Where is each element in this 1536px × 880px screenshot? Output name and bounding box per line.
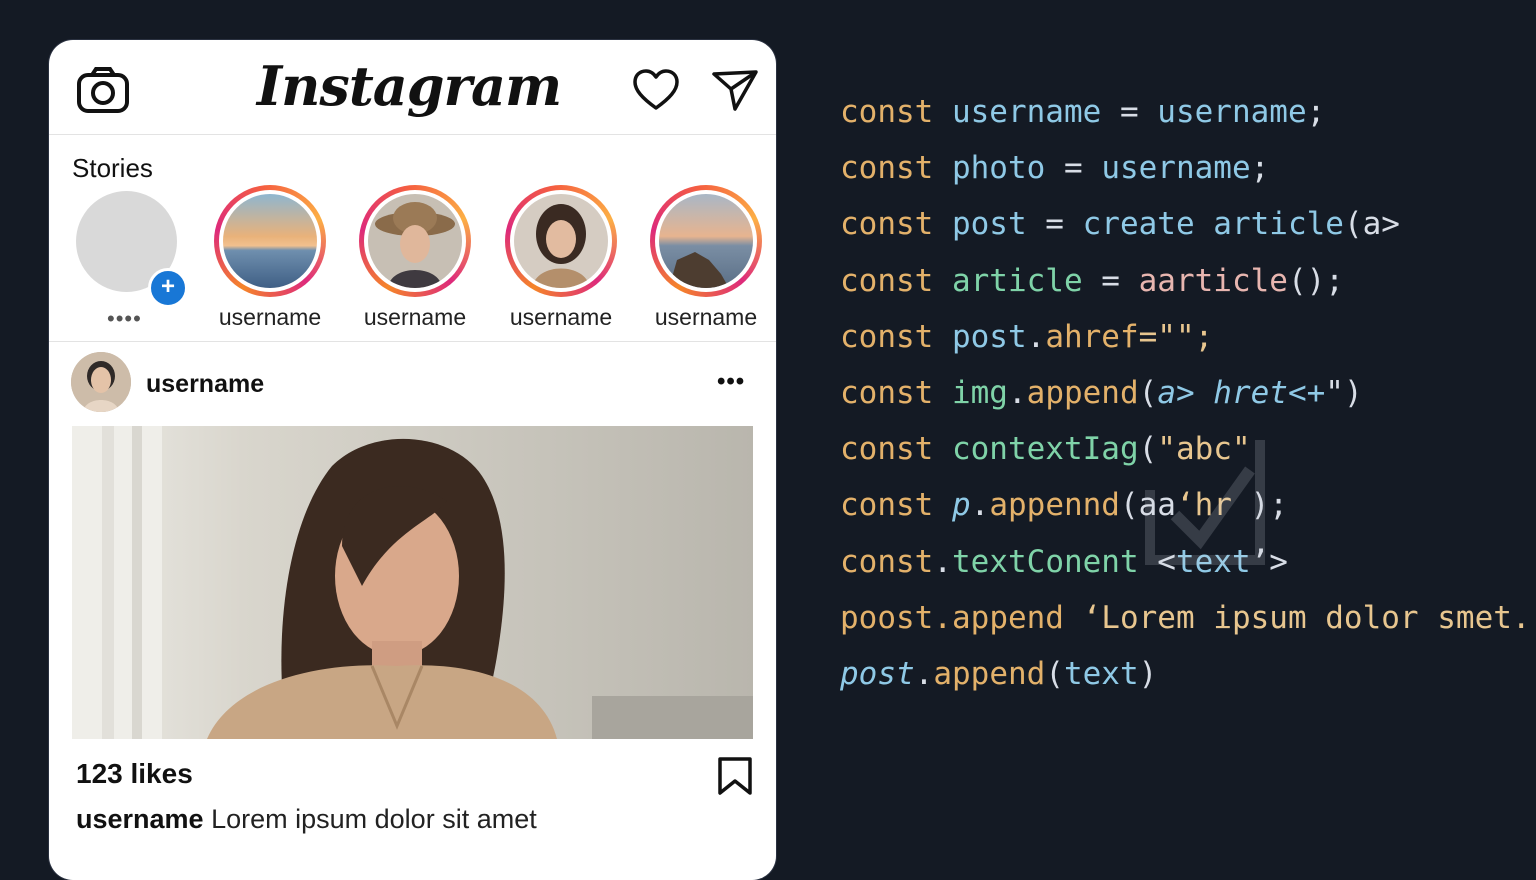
code-token: = <box>1045 150 1102 187</box>
heart-icon[interactable] <box>632 68 680 112</box>
code-line: const img.append(a> hret<+") <box>840 371 1520 427</box>
code-token: const <box>840 374 952 411</box>
code-token: const <box>840 262 952 299</box>
code-token: =""; <box>1138 318 1214 355</box>
code-token: ‘Lorem ipsum dolor smet.’ <box>1082 599 1536 636</box>
story-ring <box>650 185 762 297</box>
app-logo: Instagram <box>256 54 562 118</box>
code-token: username <box>1101 150 1251 187</box>
code-token: post <box>951 206 1027 243</box>
code-token: a> hret<+ <box>1157 374 1326 411</box>
post-caption: username Lorem ipsum dolor sit amet <box>76 804 537 835</box>
code-token: const <box>840 543 934 580</box>
code-token: post <box>951 318 1027 355</box>
code-token: . <box>1026 318 1046 355</box>
code-token: img <box>951 374 1008 411</box>
story-ring <box>359 185 471 297</box>
instagram-phone-mockup: Instagram Stories + •••• username userna… <box>49 40 776 880</box>
send-icon[interactable] <box>711 68 759 112</box>
code-token: const <box>840 94 952 130</box>
code-token: photo <box>951 150 1046 187</box>
code-token: const <box>840 487 952 524</box>
story-label: username <box>363 304 467 330</box>
code-token: ( <box>1138 374 1158 411</box>
caption-text: Lorem ipsum dolor sit amet <box>211 804 537 834</box>
code-token: ") <box>1325 374 1363 411</box>
caption-username[interactable]: username <box>76 804 204 834</box>
stories-title: Stories <box>72 153 153 183</box>
code-token: username <box>951 94 1102 130</box>
code-token: post <box>840 655 915 692</box>
story-photo-woman <box>514 194 608 288</box>
code-token: append <box>1026 374 1139 411</box>
add-story-button[interactable]: + <box>148 268 188 308</box>
code-token: article <box>951 262 1083 299</box>
post-avatar[interactable] <box>71 352 131 412</box>
post-header: username ••• <box>49 342 776 426</box>
camera-icon[interactable] <box>76 66 130 114</box>
story-item[interactable]: username <box>631 185 776 335</box>
code-token: ) <box>1138 655 1158 692</box>
code-token: = <box>1101 94 1158 130</box>
likes-count: 123 likes <box>76 758 193 789</box>
code-token: ahref <box>1045 318 1139 355</box>
code-line: post.append(text) <box>840 652 1520 708</box>
code-token: .append <box>933 599 1083 636</box>
code-token: const <box>840 431 952 468</box>
code-token: text <box>1063 655 1139 692</box>
code-token: appennd <box>989 487 1120 524</box>
code-line: const post.ahref=""; <box>840 315 1520 371</box>
code-token: p <box>951 487 971 524</box>
story-item[interactable]: username <box>340 185 490 335</box>
code-token: ; <box>1250 150 1270 187</box>
code-token: const <box>840 150 952 187</box>
code-token: ; <box>1306 94 1326 130</box>
code-token: ( <box>1045 655 1064 692</box>
code-token: . <box>933 543 952 580</box>
code-line: const article = aarticle(); <box>840 259 1520 315</box>
story-photo-sunset <box>223 194 317 288</box>
code-line: const username = username; <box>840 90 1520 146</box>
code-line: const photo = username; <box>840 146 1520 202</box>
story-photo-woman-hat <box>368 194 462 288</box>
code-token: . <box>970 487 990 524</box>
code-token: const <box>840 318 952 355</box>
code-token: create article <box>1082 206 1344 243</box>
code-token: username <box>1157 94 1307 130</box>
post-username[interactable]: username <box>146 370 264 399</box>
story-photo-coast <box>659 194 753 288</box>
code-token: append <box>933 655 1046 692</box>
code-token: contextIag <box>951 431 1139 468</box>
code-token: aarticle <box>1138 262 1288 299</box>
story-ring <box>505 185 617 297</box>
story-label: username <box>654 304 758 330</box>
own-story-dots: •••• <box>107 306 142 331</box>
code-token: . <box>1007 374 1027 411</box>
code-token: = <box>1026 206 1083 243</box>
code-panel: const username = username; const photo = … <box>840 90 1536 708</box>
code-line: const post = create article(a> <box>840 202 1520 258</box>
code-token: (a> <box>1343 206 1400 243</box>
story-label: username <box>509 304 613 330</box>
code-line: poost.append ‘Lorem ipsum dolor smet.’ <box>840 596 1536 652</box>
code-token: . <box>914 655 934 692</box>
code-token: (); <box>1287 262 1344 299</box>
story-item[interactable]: username <box>486 185 636 335</box>
code-token: poost <box>840 599 934 636</box>
more-options-button[interactable]: ••• <box>717 368 745 396</box>
code-token: = <box>1082 262 1139 299</box>
post-image[interactable] <box>72 426 753 739</box>
code-token: const <box>840 206 952 243</box>
top-bar: Instagram <box>49 40 776 135</box>
watermark-icon <box>1145 440 1265 565</box>
story-ring <box>214 185 326 297</box>
bookmark-icon[interactable] <box>717 756 753 796</box>
story-item[interactable]: username <box>195 185 345 335</box>
code-token: textConent <box>952 543 1139 580</box>
story-label: username <box>218 304 322 330</box>
